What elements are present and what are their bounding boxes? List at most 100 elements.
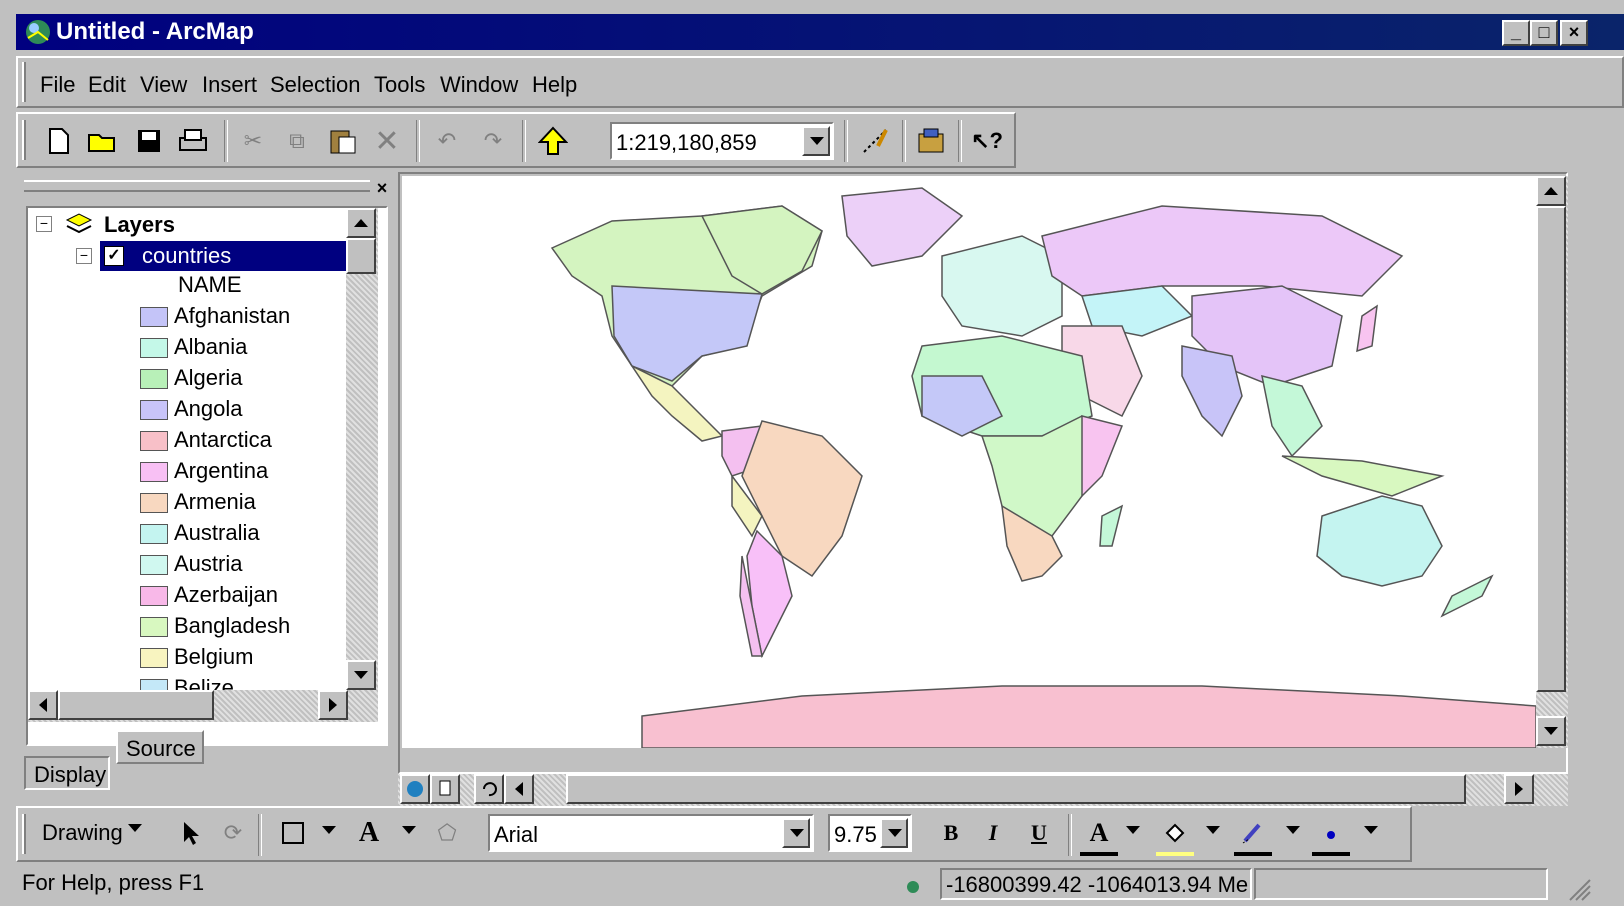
select-elements-arrow-icon[interactable]: [172, 814, 210, 852]
chevron-down-icon[interactable]: [322, 826, 336, 834]
maximize-button[interactable]: □: [1530, 20, 1558, 46]
refresh-icon[interactable]: [474, 774, 504, 804]
world-map[interactable]: [402, 176, 1536, 748]
legend-item[interactable]: Armenia: [28, 489, 348, 520]
chevron-down-icon[interactable]: [880, 818, 908, 848]
line-color-pen-icon[interactable]: [1234, 814, 1272, 856]
redo-icon[interactable]: ↷: [474, 122, 512, 160]
japan-shape: [1356, 304, 1378, 353]
chevron-down-icon[interactable]: [1286, 826, 1300, 834]
tab-display[interactable]: Display: [24, 756, 110, 790]
scroll-thumb[interactable]: [566, 774, 1466, 804]
toolbar-grip[interactable]: [22, 120, 26, 160]
scroll-down-icon[interactable]: [346, 660, 376, 690]
drawing-menu-button[interactable]: Drawing: [42, 820, 123, 846]
scroll-down-icon[interactable]: [1536, 716, 1566, 746]
resize-grip-icon[interactable]: [1564, 874, 1592, 902]
legend-item[interactable]: Austria: [28, 551, 348, 582]
chevron-down-icon[interactable]: [128, 824, 142, 832]
undo-icon[interactable]: ↶: [428, 122, 466, 160]
paste-icon[interactable]: [324, 122, 362, 160]
font-color-icon[interactable]: A: [1080, 814, 1118, 856]
edit-vertices-icon[interactable]: ⬠: [428, 814, 466, 852]
toc-root-row[interactable]: − Layers: [28, 210, 348, 241]
scroll-thumb[interactable]: [58, 690, 214, 720]
menu-edit[interactable]: Edit: [88, 72, 126, 98]
copy-icon[interactable]: ⧉: [278, 122, 316, 160]
scroll-thumb[interactable]: [1536, 206, 1566, 692]
chevron-down-icon[interactable]: [1206, 826, 1220, 834]
arctoolbox-icon[interactable]: [912, 122, 950, 160]
minimize-button[interactable]: _: [1502, 20, 1530, 46]
map-scale-combo[interactable]: 1:219,180,859: [610, 122, 834, 160]
collapse-icon[interactable]: −: [76, 248, 92, 264]
scroll-left-icon[interactable]: [28, 690, 58, 720]
scroll-right-icon[interactable]: [1504, 774, 1534, 804]
print-icon[interactable]: [174, 122, 212, 160]
map-canvas[interactable]: [402, 176, 1536, 748]
rectangle-icon[interactable]: [274, 814, 312, 852]
layout-view-page-icon[interactable]: [430, 774, 460, 804]
new-document-icon[interactable]: [40, 122, 78, 160]
italic-button[interactable]: I: [974, 814, 1012, 852]
menu-grip[interactable]: [22, 62, 26, 102]
font-name-combo[interactable]: Arial: [488, 814, 814, 852]
chevron-down-icon[interactable]: [1126, 826, 1140, 834]
font-name-value: Arial: [494, 822, 539, 847]
map-vertical-scrollbar[interactable]: [1536, 176, 1568, 748]
scroll-left-icon[interactable]: [504, 774, 534, 804]
menu-help[interactable]: Help: [532, 72, 577, 98]
scroll-up-icon[interactable]: [346, 208, 376, 238]
legend-item[interactable]: Belgium: [28, 644, 348, 675]
toc-vertical-scrollbar[interactable]: [346, 208, 378, 690]
scroll-up-icon[interactable]: [1536, 176, 1566, 206]
toc-layer-row[interactable]: − ✓ countries: [28, 241, 348, 272]
menu-window[interactable]: Window: [440, 72, 518, 98]
legend-item[interactable]: Australia: [28, 520, 348, 551]
legend-item[interactable]: Afghanistan: [28, 303, 348, 334]
menu-tools[interactable]: Tools: [374, 72, 425, 98]
tab-source[interactable]: Source: [116, 730, 204, 764]
panel-grip[interactable]: [24, 180, 370, 192]
collapse-icon[interactable]: −: [36, 216, 52, 232]
bold-button[interactable]: B: [932, 814, 970, 852]
save-icon[interactable]: [130, 122, 168, 160]
data-view-globe-icon[interactable]: [400, 774, 430, 804]
layer-visibility-checkbox[interactable]: ✓: [104, 246, 124, 266]
chevron-down-icon[interactable]: [1364, 826, 1378, 834]
legend-item[interactable]: Albania: [28, 334, 348, 365]
rotate-icon[interactable]: ⟳: [214, 814, 252, 852]
map-horizontal-scrollbar[interactable]: [398, 774, 1568, 806]
legend-item[interactable]: Azerbaijan: [28, 582, 348, 613]
legend-item[interactable]: Bangladesh: [28, 613, 348, 644]
editor-toolbar-icon[interactable]: [856, 122, 894, 160]
legend-item[interactable]: Antarctica: [28, 427, 348, 458]
chevron-down-icon[interactable]: [782, 818, 810, 848]
delete-icon[interactable]: ✕: [368, 122, 406, 160]
menu-view[interactable]: View: [140, 72, 187, 98]
whats-this-help-icon[interactable]: ↖?: [968, 122, 1006, 160]
close-button[interactable]: ×: [1560, 20, 1588, 46]
menu-file[interactable]: File: [40, 72, 75, 98]
fill-color-bucket-icon[interactable]: [1156, 814, 1194, 856]
scroll-thumb[interactable]: [346, 238, 376, 274]
chevron-down-icon[interactable]: [802, 126, 830, 156]
underline-button[interactable]: U: [1020, 814, 1058, 852]
toc-horizontal-scrollbar[interactable]: [28, 690, 378, 722]
menu-insert[interactable]: Insert: [202, 72, 257, 98]
cut-icon[interactable]: ✂: [234, 122, 272, 160]
legend-item[interactable]: Belize: [28, 675, 348, 690]
new-text-icon[interactable]: A: [350, 814, 388, 852]
menu-selection[interactable]: Selection: [270, 72, 361, 98]
close-panel-icon[interactable]: ×: [372, 178, 392, 198]
open-folder-icon[interactable]: [84, 122, 122, 160]
scroll-right-icon[interactable]: [318, 690, 348, 720]
toolbar-grip[interactable]: [22, 814, 26, 854]
font-size-combo[interactable]: 9.75: [828, 814, 912, 852]
legend-item[interactable]: Angola: [28, 396, 348, 427]
chevron-down-icon[interactable]: [402, 826, 416, 834]
add-data-icon[interactable]: [534, 122, 572, 160]
legend-item[interactable]: Algeria: [28, 365, 348, 396]
legend-item[interactable]: Argentina: [28, 458, 348, 489]
marker-color-icon[interactable]: [1312, 814, 1350, 856]
